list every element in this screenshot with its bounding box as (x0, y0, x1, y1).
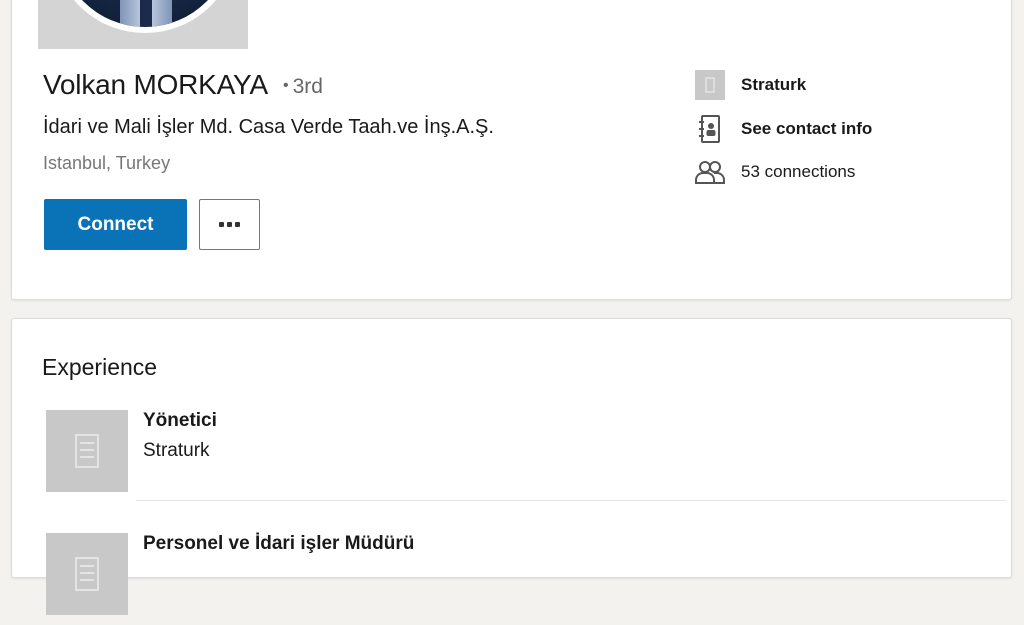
current-company-label: Straturk (741, 75, 807, 94)
profile-name: Volkan MORKAYA (43, 69, 268, 100)
connections-row[interactable]: 53 connections (694, 156, 855, 188)
connect-button[interactable]: Connect (44, 199, 187, 250)
divider (136, 500, 1006, 501)
connections-count: 53 connections (741, 162, 856, 181)
experience-company: Straturk (143, 440, 210, 461)
experience-item[interactable]: Personel ve İdari işler Müdürü (46, 533, 1006, 625)
experience-title: Yönetici (143, 410, 217, 431)
contact-info-row[interactable]: See contact info (694, 113, 872, 145)
ellipsis-icon-dot (235, 222, 240, 227)
profile-headline: İdari ve Mali İşler Md. Casa Verde Taah.… (43, 116, 494, 138)
company-logo-icon (694, 69, 726, 101)
people-icon (694, 156, 726, 188)
company-logo-placeholder-icon (46, 410, 128, 492)
connection-degree: • 3rd (283, 75, 323, 99)
degree-text: 3rd (292, 75, 323, 98)
avatar-tie (140, 0, 152, 27)
current-company-row[interactable]: Straturk (694, 69, 806, 101)
ellipsis-icon (219, 222, 224, 227)
experience-title: Personel ve İdari işler Müdürü (143, 533, 415, 554)
experience-section-title: Experience (42, 354, 158, 380)
degree-dot: • (283, 77, 289, 94)
experience-item[interactable]: Yönetici Straturk (46, 410, 1006, 502)
profile-location: Istanbul, Turkey (43, 153, 171, 173)
contact-info-link[interactable]: See contact info (741, 119, 872, 139)
contact-card-icon (694, 113, 726, 145)
experience-card: Experience Yönetici Straturk Personel ve… (11, 318, 1012, 615)
ellipsis-icon-dot (227, 222, 232, 227)
profile-top-card: Volkan MORKAYA • 3rd İdari ve Mali İşler … (11, 0, 1012, 300)
more-actions-button[interactable] (199, 199, 260, 250)
company-logo-placeholder-icon (46, 533, 128, 615)
